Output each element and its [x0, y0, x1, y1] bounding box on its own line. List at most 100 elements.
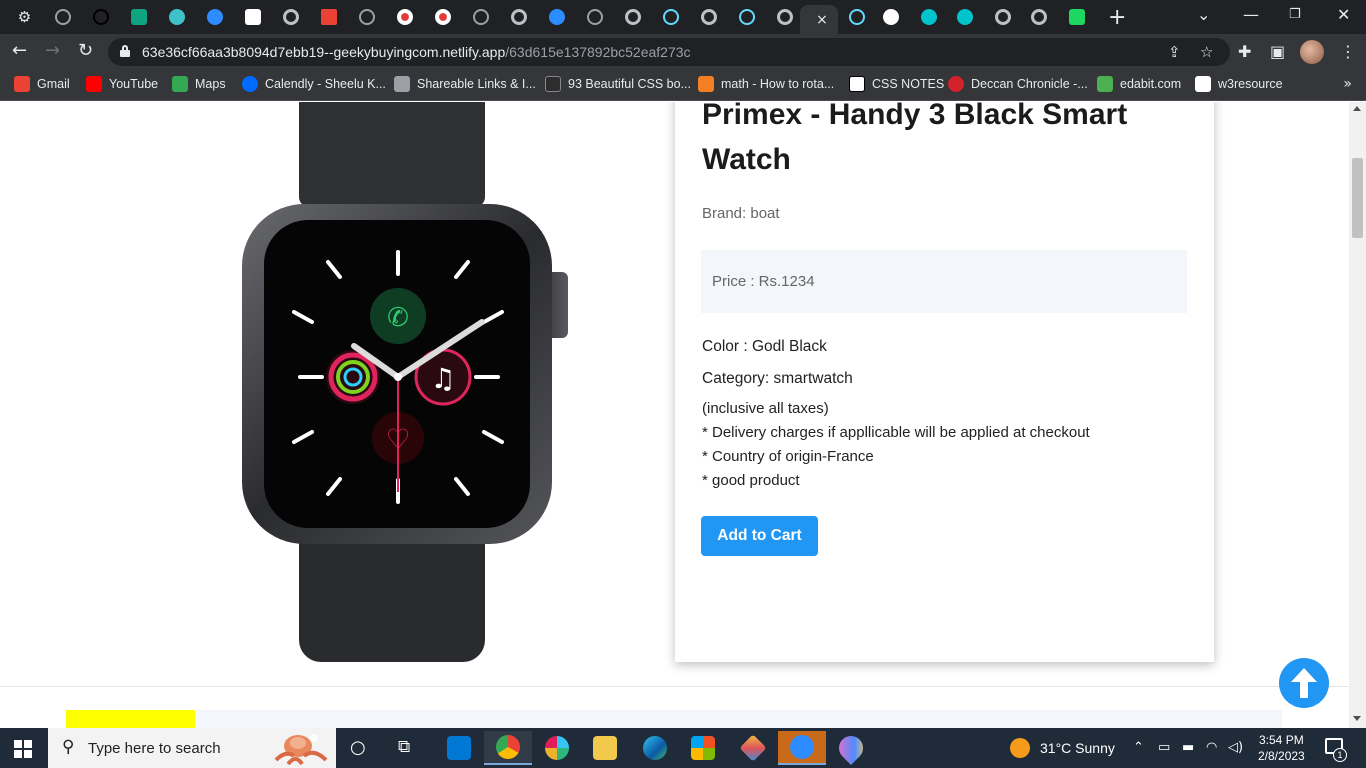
taskbar-vscode[interactable]	[444, 734, 474, 762]
volume-icon[interactable]: ◁)	[1228, 740, 1243, 755]
tab-canva-2[interactable]	[946, 3, 983, 31]
task-view-icon[interactable]: ⧉	[398, 737, 410, 757]
back-icon[interactable]: ←	[12, 40, 27, 61]
canva-icon	[956, 9, 973, 25]
taskbar-explorer[interactable]	[590, 734, 620, 762]
bookmark-calendly[interactable]: Calendly - Sheelu K...	[242, 76, 386, 92]
tab-zoom[interactable]	[196, 3, 233, 31]
tab-chrome-7[interactable]	[1020, 3, 1057, 31]
taskbar-paint[interactable]	[834, 731, 868, 765]
tab-chrome-4[interactable]	[690, 3, 727, 31]
page-scrollbar[interactable]	[1349, 102, 1366, 728]
bookmark-label: 93 Beautiful CSS bo...	[568, 77, 691, 91]
tab-zoom-2[interactable]	[538, 3, 575, 31]
tab-chrome-6[interactable]	[984, 3, 1021, 31]
maps-icon	[172, 76, 188, 92]
side-panel-icon[interactable]: ▣	[1270, 42, 1285, 61]
tab-search-chevron-icon[interactable]: ⌄	[1197, 5, 1210, 24]
chrome-icon	[700, 9, 717, 25]
tab-record[interactable]	[386, 3, 423, 31]
avatar[interactable]	[1300, 40, 1324, 64]
menu-dots-icon[interactable]: ⋮	[1340, 42, 1356, 61]
windows-start-icon[interactable]	[14, 740, 32, 758]
scroll-thumb[interactable]	[1352, 158, 1363, 238]
tab-globe-2[interactable]	[348, 3, 385, 31]
tab-gmail[interactable]	[310, 3, 347, 31]
canva-icon	[920, 9, 937, 25]
tab-globe-3[interactable]	[462, 3, 499, 31]
weather-widget[interactable]: 31°C Sunny	[1010, 738, 1115, 758]
product-image: ✆ ♫ ♡	[236, 102, 576, 664]
bookmark-deccan[interactable]: Deccan Chronicle -...	[948, 76, 1088, 92]
meet-now-icon[interactable]: ▭	[1158, 740, 1170, 755]
restore-icon[interactable]: ❐	[1289, 7, 1301, 22]
chevron-up-icon[interactable]: ⌃	[1133, 740, 1144, 755]
system-clock[interactable]: 3:54 PM 2/8/2023	[1258, 732, 1305, 764]
tab-chrome-5[interactable]	[766, 3, 803, 31]
tab-globe-4[interactable]	[576, 3, 613, 31]
taskbar-search[interactable]: ⚲ Type here to search	[48, 728, 336, 768]
tab-sheets[interactable]	[1058, 3, 1095, 31]
address-bar[interactable]: 63e36cf66aa3b8094d7ebb19--geekybuyingcom…	[108, 38, 1230, 66]
taskbar-chrome[interactable]	[484, 731, 532, 765]
clock-date: 2/8/2023	[1258, 749, 1305, 763]
share-icon[interactable]: ⇪	[1168, 43, 1181, 61]
bookmark-youtube[interactable]: YouTube	[86, 76, 158, 92]
tab-react[interactable]	[652, 3, 689, 31]
tab-chrome-3[interactable]	[614, 3, 651, 31]
deccan-icon	[948, 76, 964, 92]
tab-github[interactable]	[872, 3, 909, 31]
new-tab-button[interactable]: +	[1108, 5, 1126, 30]
bookmark-w3resource[interactable]: w3resource	[1195, 76, 1283, 92]
url-text[interactable]: 63e36cf66aa3b8094d7ebb19--geekybuyingcom…	[142, 44, 691, 60]
forward-icon[interactable]: →	[45, 40, 60, 61]
globe-icon	[54, 9, 71, 25]
bookmark-css-borders[interactable]: 93 Beautiful CSS bo...	[545, 76, 691, 92]
more-bookmarks-icon[interactable]: »	[1343, 76, 1352, 92]
tab-globe[interactable]	[44, 3, 81, 31]
tab-openai[interactable]	[82, 3, 119, 31]
reload-icon[interactable]: ↻	[78, 40, 93, 61]
scroll-up-icon[interactable]	[1353, 106, 1361, 111]
scroll-down-icon[interactable]	[1353, 716, 1361, 721]
taskbar-edge[interactable]	[640, 734, 670, 762]
tab-chrome-2[interactable]	[500, 3, 537, 31]
tab-settings[interactable]: ⚙	[6, 3, 43, 31]
tab-record-2[interactable]	[424, 3, 461, 31]
cortana-icon[interactable]: ○	[350, 737, 366, 758]
tab-react-2[interactable]	[728, 3, 765, 31]
minimize-icon[interactable]: —	[1243, 5, 1259, 24]
tab-canva[interactable]	[910, 3, 947, 31]
wifi-icon[interactable]: ◠	[1206, 740, 1217, 755]
tab-chrome[interactable]	[272, 3, 309, 31]
taskbar-store[interactable]	[688, 734, 718, 762]
lock-icon	[120, 45, 130, 57]
tab-react-3[interactable]	[838, 3, 875, 31]
bookmark-css-notes[interactable]: CSS NOTES	[849, 76, 944, 92]
bookmark-shareable-links[interactable]: Shareable Links & I...	[394, 76, 536, 92]
close-icon[interactable]: ×	[816, 12, 828, 28]
next-section	[66, 710, 1282, 728]
tab-chatgpt[interactable]	[120, 3, 157, 31]
taskbar-slack[interactable]	[542, 734, 572, 762]
battery-icon[interactable]: ▬	[1182, 740, 1194, 755]
tab-app[interactable]	[234, 3, 271, 31]
scroll-to-top-button[interactable]	[1279, 658, 1329, 708]
bookmark-maps[interactable]: Maps	[172, 76, 226, 92]
add-to-cart-button[interactable]: Add to Cart	[701, 516, 818, 556]
slack-icon	[545, 736, 569, 760]
url-host: 63e36cf66aa3b8094d7ebb19--geekybuyingcom…	[142, 44, 506, 60]
chrome-icon	[776, 9, 793, 25]
weather-text: 31°C Sunny	[1040, 740, 1115, 756]
bookmark-gmail[interactable]: Gmail	[14, 76, 70, 92]
extensions-icon[interactable]: ✚	[1238, 42, 1251, 61]
taskbar-git[interactable]	[738, 734, 768, 762]
bookmark-edabit[interactable]: edabit.com	[1097, 76, 1181, 92]
bookmark-star-icon[interactable]: ☆	[1200, 43, 1213, 61]
close-window-icon[interactable]: ✕	[1337, 5, 1350, 24]
bookmark-math[interactable]: math - How to rota...	[698, 76, 834, 92]
edabit-icon	[1097, 76, 1113, 92]
tab-active[interactable]: ×	[800, 5, 838, 34]
taskbar-zoom[interactable]	[778, 731, 826, 765]
tab-bolt[interactable]	[158, 3, 195, 31]
